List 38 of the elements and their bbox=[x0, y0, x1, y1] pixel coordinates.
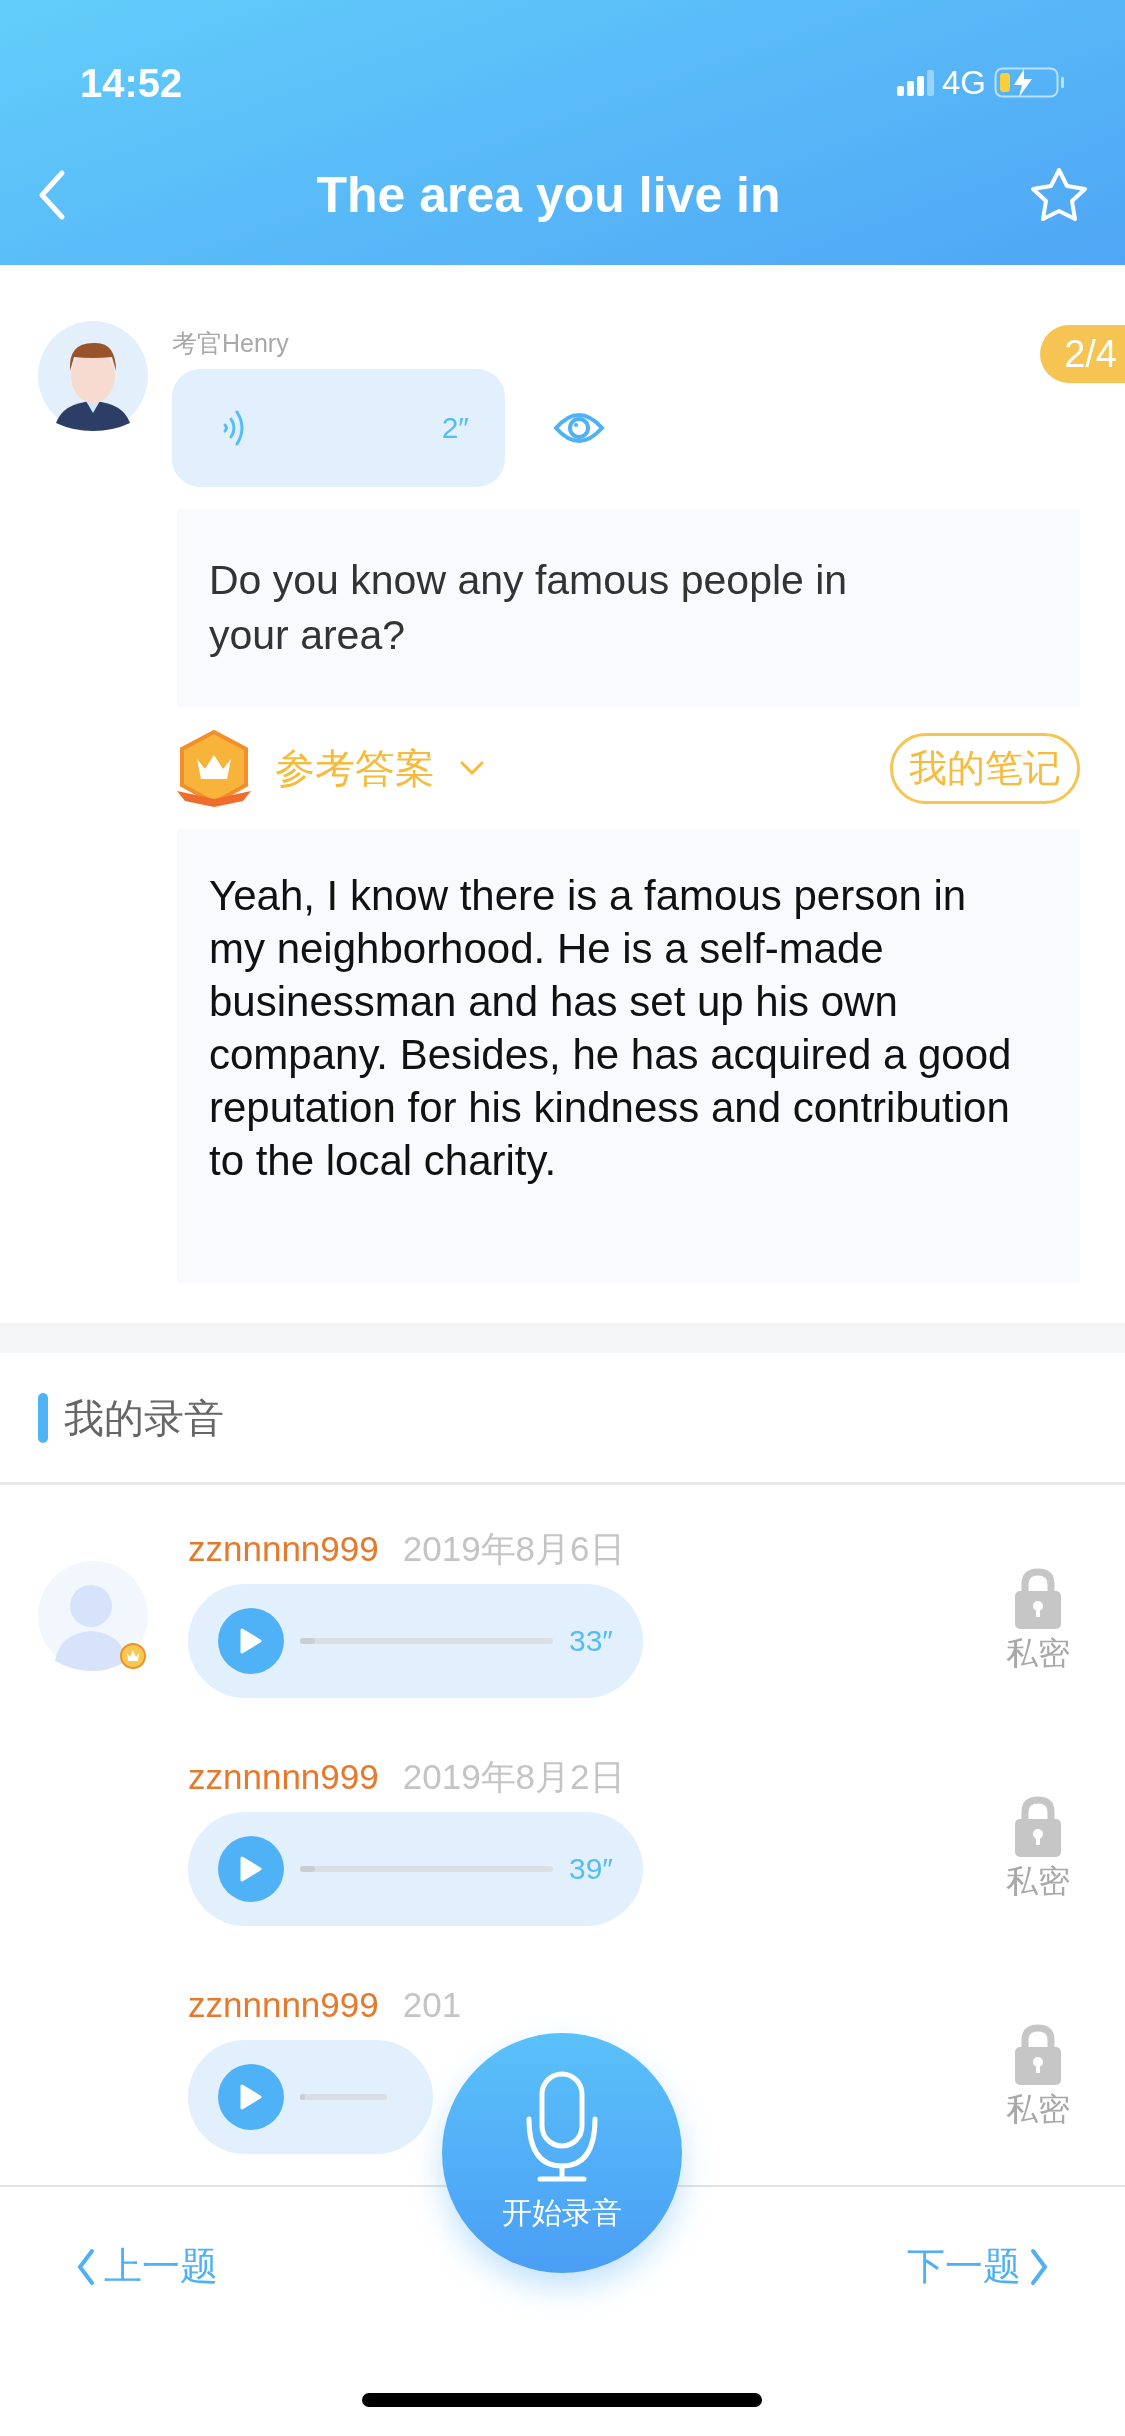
page-title: The area you live in bbox=[316, 165, 781, 225]
status-time: 14:52 bbox=[80, 59, 183, 107]
my-notes-button[interactable]: 我的笔记 bbox=[890, 732, 1080, 804]
play-icon bbox=[238, 1627, 264, 1654]
privacy-label: 私密 bbox=[1006, 2090, 1070, 2130]
record-label: 开始录音 bbox=[502, 2195, 622, 2231]
privacy-label: 私密 bbox=[1006, 1862, 1070, 1902]
start-recording-button[interactable]: 开始录音 bbox=[442, 2033, 682, 2273]
chevron-down-icon bbox=[459, 759, 485, 778]
microphone-icon bbox=[524, 2071, 600, 2182]
examiner-name: 考官Henry bbox=[172, 328, 289, 359]
user-name: zznnnnn999 bbox=[188, 1756, 379, 1799]
privacy-label: 私密 bbox=[1006, 1634, 1070, 1674]
battery-icon bbox=[994, 67, 1065, 98]
chevron-right-icon bbox=[1029, 2247, 1049, 2286]
reference-answer-toggle[interactable]: 参考答案 bbox=[275, 738, 485, 799]
play-icon bbox=[238, 2083, 264, 2110]
user-name: zznnnnn999 bbox=[188, 1984, 379, 2027]
crown-badge-icon bbox=[177, 729, 251, 808]
question-text: Do you know any famous people in your area? bbox=[177, 508, 1080, 708]
next-question-link[interactable]: 下一题 bbox=[901, 2237, 1055, 2296]
audio-bubble[interactable]: 2″ bbox=[172, 368, 505, 487]
section-marker bbox=[38, 1392, 48, 1443]
star-icon[interactable] bbox=[1029, 167, 1089, 223]
duration-label: 33″ bbox=[569, 1623, 613, 1660]
play-icon bbox=[238, 1855, 264, 1882]
user-name: zznnnnn999 bbox=[188, 1528, 379, 1571]
progress-label: 2/4 bbox=[1040, 325, 1125, 383]
recording-date: 2019年8月2日 bbox=[402, 1756, 625, 1799]
duration-label: 39″ bbox=[569, 1851, 613, 1888]
section-title: 我的录音 bbox=[64, 1394, 224, 1442]
recording-date: 201 bbox=[402, 1984, 462, 2027]
network-label: 4G bbox=[941, 62, 986, 103]
previous-question-link[interactable]: 上一题 bbox=[70, 2237, 224, 2296]
chevron-left-icon bbox=[76, 2247, 96, 2286]
recording-date: 2019年8月6日 bbox=[402, 1528, 625, 1571]
answer-text: Yeah, I know there is a famous person in my neighborhood. He is a self-made businessman and has set up his own company. Besides, he has acquired a good reputation for his kindness and contribution to the local charity. bbox=[177, 829, 1080, 1284]
signal-icon bbox=[896, 69, 934, 96]
